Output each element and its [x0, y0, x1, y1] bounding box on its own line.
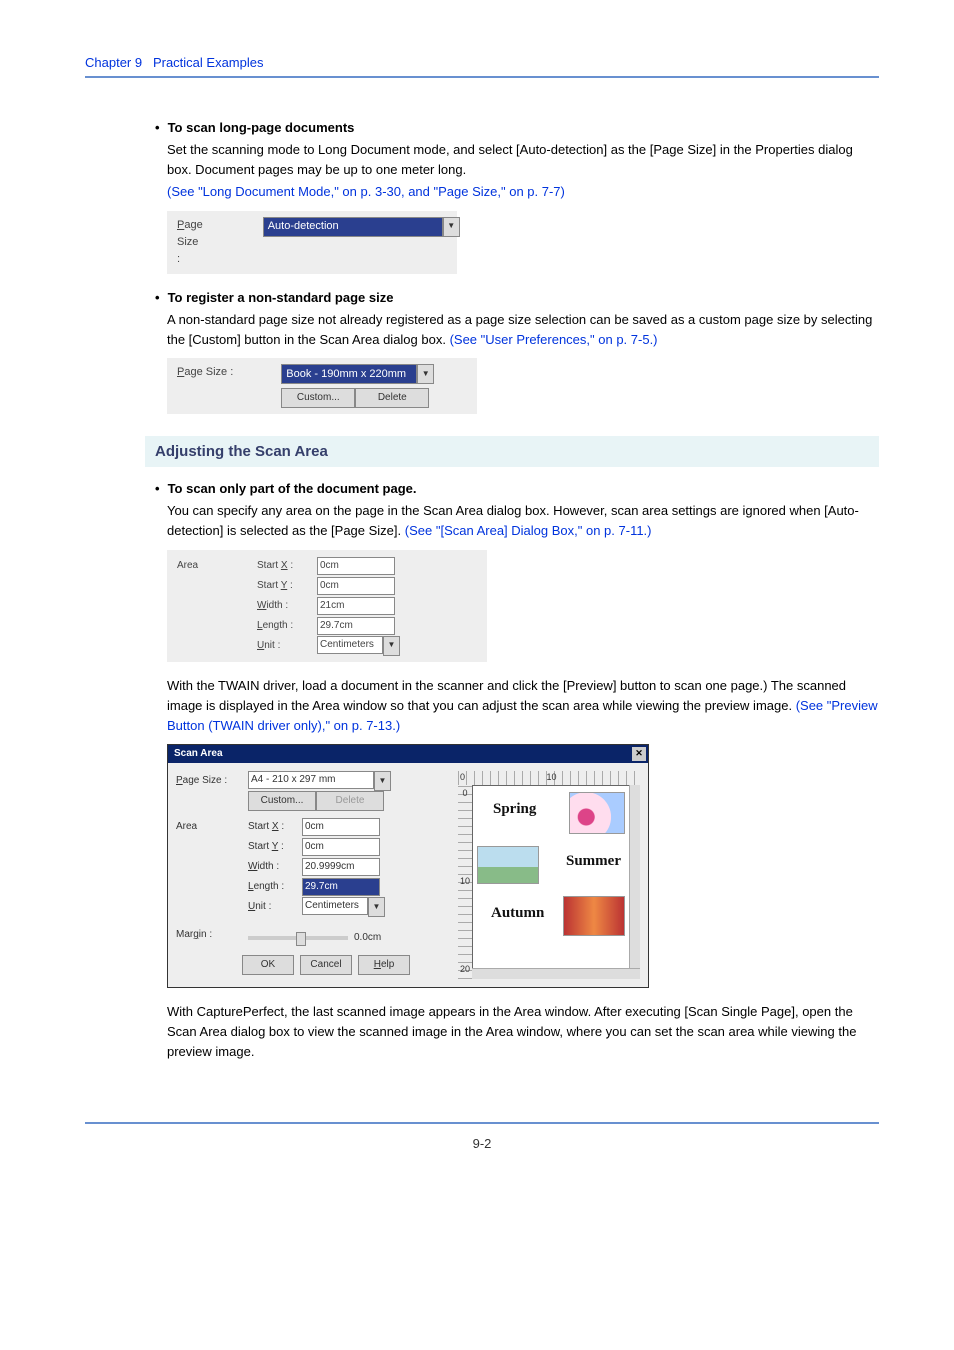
page-size-label: Page Size :	[177, 217, 203, 268]
page-size-select[interactable]: Auto-detection	[263, 217, 443, 237]
slider-thumb[interactable]	[296, 932, 306, 946]
width-input[interactable]: 21cm	[317, 597, 395, 615]
chevron-down-icon[interactable]: ▼	[443, 217, 460, 237]
spring-image	[569, 792, 625, 834]
long-doc-text: Set the scanning mode to Long Document m…	[167, 140, 879, 180]
preview-panel: 0 10 0 10 20 Spring	[458, 771, 640, 979]
length-input[interactable]: 29.7cm	[317, 617, 395, 635]
unit-label: Unit :	[257, 638, 317, 654]
captureperfect-text: With CapturePerfect, the last scanned im…	[167, 1002, 879, 1062]
page-number: 9-2	[473, 1136, 492, 1151]
margin-value: 0.0cm	[354, 930, 381, 946]
chapter-header: Chapter 9 Practical Examples	[85, 55, 879, 70]
start-x-input[interactable]: 0cm	[317, 557, 395, 575]
section-adjust-scan-area: Adjusting the Scan Area	[145, 436, 879, 467]
bullet-label-non-standard: To register a non-standard page size	[168, 288, 394, 308]
season-spring-label: Spring	[493, 798, 536, 821]
bullet-label-scan-part: To scan only part of the document page.	[168, 479, 417, 499]
dialog-titlebar: Scan Area ✕	[168, 745, 648, 763]
dialog-title: Scan Area	[174, 746, 223, 762]
ruler-vertical: 0 10 20	[458, 785, 472, 979]
margin-slider[interactable]	[248, 936, 348, 940]
scan-area-dialog: Scan Area ✕ Page Size : A4 - 210 x 297 m…	[167, 744, 649, 988]
cancel-button[interactable]: Cancel	[300, 955, 352, 975]
bullet-dot: •	[155, 479, 160, 499]
area-figure: Area Start X : 0cm Start Y : 0cm Width :…	[167, 550, 487, 662]
non-standard-para: A non-standard page size not already reg…	[167, 310, 879, 350]
page-size-label: Page Size :	[177, 364, 233, 381]
twain-paragraph: With the TWAIN driver, load a document i…	[167, 676, 879, 736]
autumn-image	[563, 896, 625, 936]
margin-label: Margin :	[176, 927, 248, 943]
unit-select[interactable]: Centimeters	[317, 636, 383, 654]
unit-select[interactable]: Centimeters	[302, 897, 368, 915]
length-label: Length :	[248, 879, 302, 895]
chevron-down-icon[interactable]: ▼	[417, 364, 434, 384]
ruler-mark: 10	[460, 875, 470, 889]
page-size-label: Page Size :	[176, 773, 248, 789]
bullet-dot: •	[155, 288, 160, 308]
preview-sheet[interactable]: Spring Summer Autumn	[472, 785, 632, 977]
start-y-label: Start Y :	[248, 839, 302, 855]
start-x-label: Start X :	[248, 819, 302, 835]
start-x-label: Start X :	[257, 558, 317, 574]
ruler-mark: 0	[460, 771, 465, 785]
chevron-down-icon[interactable]: ▼	[368, 897, 385, 917]
chapter-title: Practical Examples	[153, 55, 264, 70]
chevron-down-icon[interactable]: ▼	[383, 636, 400, 656]
bullet-long-doc: • To scan long-page documents	[155, 118, 879, 138]
start-y-label: Start Y :	[257, 578, 317, 594]
bullet-scan-part: • To scan only part of the document page…	[155, 479, 879, 499]
bullet-non-standard: • To register a non-standard page size	[155, 288, 879, 308]
start-y-input[interactable]: 0cm	[302, 838, 380, 856]
page-size-select[interactable]: A4 - 210 x 297 mm	[248, 771, 374, 789]
length-input[interactable]: 29.7cm	[302, 878, 380, 896]
delete-button: Delete	[316, 791, 384, 811]
page-footer: 9-2	[85, 1122, 879, 1151]
chevron-down-icon[interactable]: ▼	[374, 771, 391, 791]
scrollbar-horizontal[interactable]	[472, 968, 640, 979]
ruler-mark: 20	[460, 963, 470, 977]
header-rule	[85, 76, 879, 78]
ruler-mark: 0	[462, 787, 467, 801]
start-y-input[interactable]: 0cm	[317, 577, 395, 595]
page-size-figure-auto: Page Size : Auto-detection ▼	[167, 211, 457, 274]
chapter-number: Chapter 9	[85, 55, 142, 70]
season-autumn-label: Autumn	[491, 902, 544, 925]
scrollbar-vertical[interactable]	[629, 785, 640, 969]
width-label: Width :	[257, 598, 317, 614]
non-standard-link[interactable]: (See "User Preferences," on p. 7-5.)	[450, 332, 658, 347]
twain-text: With the TWAIN driver, load a document i…	[167, 678, 846, 713]
page-size-figure-custom: Page Size : Book - 190mm x 220mm ▼ Custo…	[167, 358, 477, 414]
long-doc-link[interactable]: (See "Long Document Mode," on p. 3-30, a…	[167, 182, 879, 202]
scan-part-link[interactable]: (See "[Scan Area] Dialog Box," on p. 7-1…	[405, 523, 652, 538]
bullet-dot: •	[155, 118, 160, 138]
custom-button[interactable]: Custom...	[248, 791, 316, 811]
length-label: Length :	[257, 618, 317, 634]
ok-button[interactable]: OK	[242, 955, 294, 975]
close-icon[interactable]: ✕	[632, 747, 646, 761]
ruler-mark: 10	[547, 771, 557, 785]
summer-image	[477, 846, 539, 884]
help-button: Help	[358, 955, 410, 975]
bullet-label-long-doc: To scan long-page documents	[168, 118, 355, 138]
area-label: Area	[177, 558, 257, 574]
width-input[interactable]: 20.9999cm	[302, 858, 380, 876]
delete-button[interactable]: Delete	[355, 388, 429, 408]
area-label: Area	[176, 819, 248, 835]
start-x-input[interactable]: 0cm	[302, 818, 380, 836]
ruler-horizontal: 0 10	[458, 771, 640, 785]
custom-button[interactable]: Custom...	[281, 388, 355, 408]
width-label: Width :	[248, 859, 302, 875]
unit-label: Unit :	[248, 899, 302, 915]
season-summer-label: Summer	[566, 850, 621, 873]
page-size-select[interactable]: Book - 190mm x 220mm	[281, 364, 417, 384]
scan-part-para: You can specify any area on the page in …	[167, 501, 879, 541]
